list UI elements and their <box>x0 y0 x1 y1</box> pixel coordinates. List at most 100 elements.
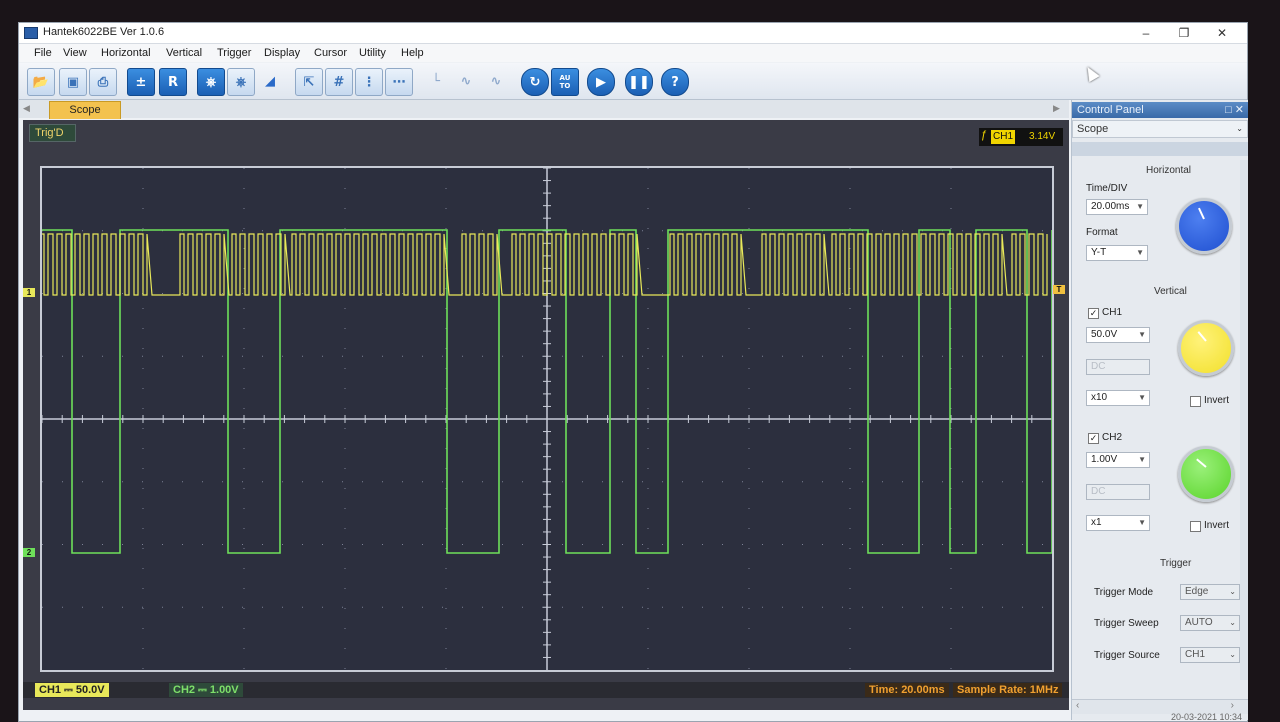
toolbar: 📂 ▣ ⎙ ± R ⎈ ⎈ ◢ ⇱ # ⋮ ⋯ └ ∿ ∿ ↻ AU TO ▶ … <box>19 63 1247 100</box>
maximize-button[interactable]: ❐ <box>1171 25 1197 41</box>
save-icon[interactable]: ▣ <box>59 68 87 96</box>
menu-vertical[interactable]: Vertical <box>166 47 202 59</box>
control-panel-title: Control Panel <box>1077 104 1144 116</box>
ch1-ground-marker[interactable]: 1 <box>23 288 35 297</box>
menu-display[interactable]: Display <box>264 47 300 59</box>
timediv-select[interactable]: 20.00ms ▼ <box>1086 199 1148 215</box>
format-select[interactable]: Y-T ▼ <box>1086 245 1148 261</box>
square-wave-icon[interactable]: ⎈ <box>197 68 225 96</box>
menu-view[interactable]: View <box>63 47 87 59</box>
open-icon[interactable]: 📂 <box>27 68 55 96</box>
vertical-section-title: Vertical <box>1154 286 1187 297</box>
math-icon[interactable]: ± <box>127 68 155 96</box>
ch1-label: CH1 <box>1102 307 1123 318</box>
tab-scope[interactable]: Scope <box>49 101 121 119</box>
ch2-volts-select[interactable]: 1.00V ▼ <box>1086 452 1150 468</box>
pause-icon[interactable]: ❚❚ <box>625 68 653 96</box>
select-cursor-icon[interactable]: ⇱ <box>295 68 323 96</box>
reference-button[interactable]: R <box>159 68 187 96</box>
ch1-volts-knob[interactable] <box>1178 320 1234 376</box>
ch2-coupling-value: DC <box>1091 486 1106 497</box>
ch1-volts-select[interactable]: 50.0V ▼ <box>1086 327 1150 343</box>
scroll-right-icon[interactable]: › <box>1231 700 1234 711</box>
menu-bar: File View Horizontal Vertical Trigger Di… <box>19 44 1247 62</box>
ch1-volts-value: 50.0V <box>1091 329 1118 340</box>
timebase-knob[interactable] <box>1176 198 1232 254</box>
reset-icon[interactable]: ↻ <box>521 68 549 96</box>
timediv-value: 20.00ms <box>1091 201 1130 212</box>
print-icon[interactable]: ⎙ <box>89 68 117 96</box>
minimize-button[interactable]: – <box>1133 25 1159 41</box>
ch2-checkbox[interactable]: ✓ <box>1088 433 1099 444</box>
app-icon <box>24 27 38 39</box>
close-button[interactable]: ✕ <box>1209 25 1235 41</box>
trigger-sweep-select[interactable]: AUTO ⌄ <box>1180 615 1240 631</box>
panel-close-icon[interactable]: □ ✕ <box>1225 102 1244 118</box>
ch1-coupling-select[interactable]: DC <box>1086 359 1150 375</box>
trigger-level-marker[interactable]: T <box>1053 285 1065 294</box>
sine-wave-icon[interactable]: ∿ <box>483 68 509 94</box>
tab-left-arrow-icon[interactable]: ◀ <box>23 103 30 114</box>
ch1-probe-value: x10 <box>1091 392 1108 403</box>
chevron-down-icon: ▼ <box>1138 518 1146 527</box>
ch1-coupling-value: DC <box>1091 361 1106 372</box>
run-icon[interactable]: ▶ <box>587 68 615 96</box>
menu-trigger[interactable]: Trigger <box>217 47 251 59</box>
chevron-down-icon: ▼ <box>1138 393 1146 402</box>
ch2-coupling-select[interactable]: DC <box>1086 484 1150 500</box>
tab-right-arrow-icon[interactable]: ▶ <box>1053 103 1060 114</box>
triangle-wave-icon[interactable]: ∿ <box>453 68 479 94</box>
knob-indicator <box>1196 458 1207 468</box>
ch2-label: CH2 <box>1102 432 1123 443</box>
scroll-left-icon[interactable]: ‹ <box>1076 700 1079 711</box>
chevron-down-icon: ▼ <box>1138 330 1146 339</box>
ch1-status: CH1 ⎓ 50.0V <box>35 683 109 697</box>
ch2-status: CH2 ⎓ 1.00V <box>169 683 243 697</box>
status-bar: CH1 ⎓ 50.0V CH2 ⎓ 1.00V Time: 20.00ms Sa… <box>23 682 1069 698</box>
window-title: Hantek6022BE Ver 1.0.6 <box>43 26 165 38</box>
auto-button[interactable]: AU TO <box>551 68 579 96</box>
grid-icon[interactable]: # <box>325 68 353 96</box>
ch2-ground-marker[interactable]: 2 <box>23 548 35 557</box>
waveform-screen[interactable] <box>40 166 1054 672</box>
panel-vertical-scrollbar[interactable] <box>1240 160 1248 680</box>
ch2-invert-checkbox[interactable] <box>1190 521 1201 532</box>
trigger-source-select[interactable]: CH1 ⌄ <box>1180 647 1240 663</box>
trigger-mode-label: Trigger Mode <box>1094 587 1154 598</box>
chevron-down-icon: ⌄ <box>1229 618 1236 627</box>
time-status: Time: 20.00ms <box>865 683 949 697</box>
ch1-invert-checkbox[interactable] <box>1190 396 1201 407</box>
panel-mode-select[interactable]: Scope ⌄ <box>1072 120 1248 138</box>
pulse-icon[interactable]: ⎈ <box>227 68 255 96</box>
horizontal-cursor-icon[interactable]: ⋯ <box>385 68 413 96</box>
ch1-probe-select[interactable]: x10 ▼ <box>1086 390 1150 406</box>
horizontal-section-title: Horizontal <box>1146 165 1192 176</box>
panel-strip <box>1072 142 1248 156</box>
menu-file[interactable]: File <box>34 47 52 59</box>
ch2-probe-select[interactable]: x1 ▼ <box>1086 515 1150 531</box>
ramp-icon[interactable]: ◢ <box>257 68 283 94</box>
ch1-checkbox[interactable]: ✓ <box>1088 308 1099 319</box>
menu-cursor[interactable]: Cursor <box>314 47 347 59</box>
trigger-level: 3.14V <box>1029 131 1056 142</box>
control-panel: Control Panel □ ✕ Scope ⌄ Horizontal Tim… <box>1071 100 1248 722</box>
trigger-mode-select[interactable]: Edge ⌄ <box>1180 584 1240 600</box>
step-icon[interactable]: └ <box>423 68 449 94</box>
format-label: Format <box>1086 227 1118 238</box>
ch2-volts-knob[interactable] <box>1178 446 1234 502</box>
knob-indicator <box>1197 331 1207 342</box>
trigger-mode-value: Edge <box>1185 586 1209 597</box>
trigger-section-title: Trigger <box>1160 558 1192 569</box>
ch2-probe-value: x1 <box>1091 517 1102 528</box>
tab-strip: ◀ Scope ▶ <box>19 100 1069 119</box>
chevron-down-icon: ⌄ <box>1236 124 1243 133</box>
help-button[interactable]: ? <box>661 68 689 96</box>
ch2-volts-value: 1.00V <box>1091 454 1118 465</box>
title-bar: Hantek6022BE Ver 1.0.6 – ❐ ✕ <box>19 23 1247 44</box>
menu-help[interactable]: Help <box>401 47 424 59</box>
vertical-cursor-icon[interactable]: ⋮ <box>355 68 383 96</box>
menu-utility[interactable]: Utility <box>359 47 386 59</box>
format-value: Y-T <box>1091 247 1107 258</box>
trigger-source-label: Trigger Source <box>1094 650 1160 661</box>
menu-horizontal[interactable]: Horizontal <box>101 47 151 59</box>
